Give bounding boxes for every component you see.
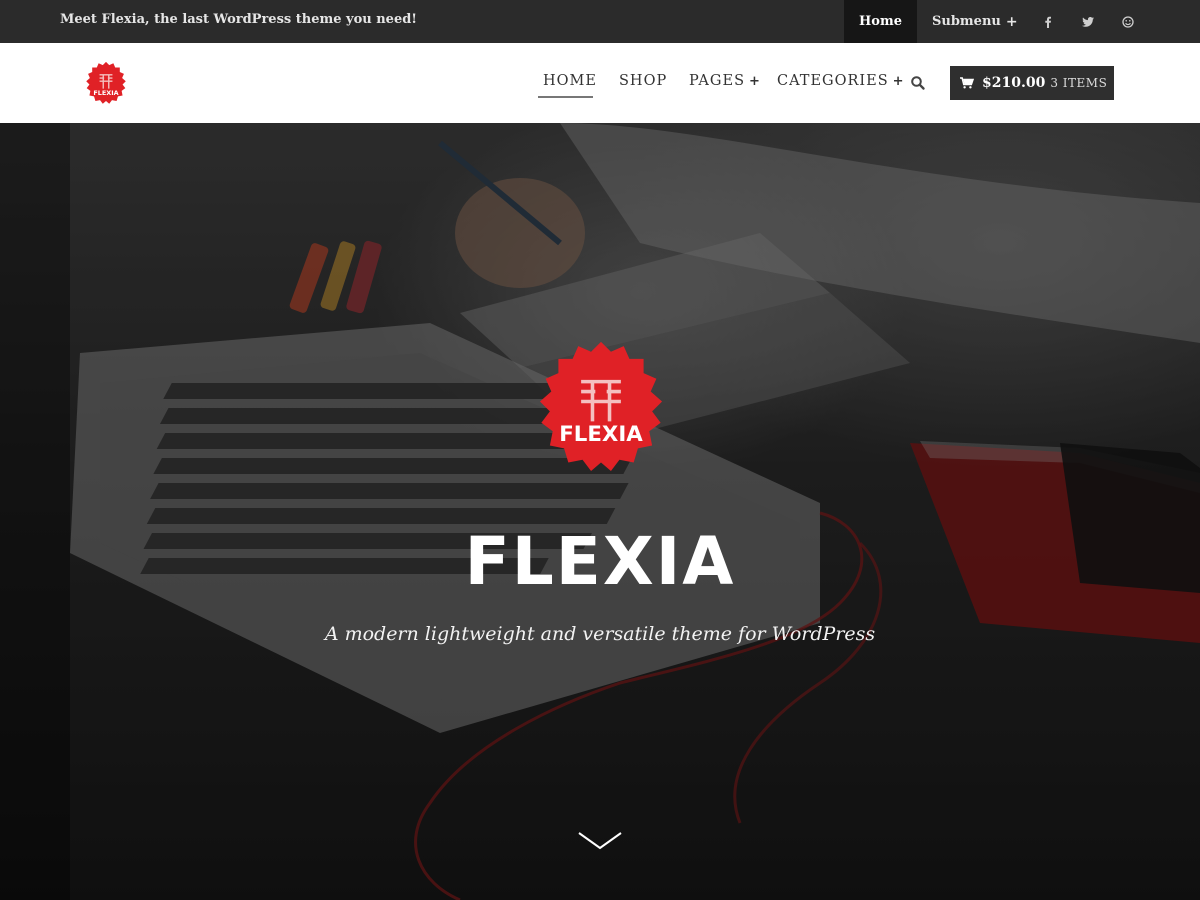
nav-categories-label: CATEGORIES <box>777 73 889 89</box>
nav-categories[interactable]: CATEGORIES + <box>777 73 905 89</box>
svg-text:FLEXIA: FLEXIA <box>93 89 118 97</box>
smiley-icon[interactable] <box>1108 0 1148 43</box>
site-header: FLEXIA HOME SHOP PAGES + CATEGORIES + $210… <box>0 43 1200 123</box>
top-menu-submenu-label: Submenu <box>931 14 1001 29</box>
nav-home-underline <box>538 96 593 98</box>
nav-pages-label: PAGES <box>689 73 745 89</box>
site-logo[interactable]: FLEXIA <box>83 61 129 107</box>
top-menu: Home Submenu + <box>844 0 1148 43</box>
svg-text:FLEXIA: FLEXIA <box>559 422 643 447</box>
top-bar: Meet Flexia, the last WordPress theme yo… <box>0 0 1200 43</box>
plus-icon: + <box>749 74 761 89</box>
flexia-badge-icon: FLEXIA <box>86 61 126 104</box>
plus-icon: + <box>892 74 905 89</box>
nav-home[interactable]: HOME <box>543 73 597 89</box>
hero-section: FLEXIA FLEXIA A modern lightweight and v… <box>0 123 1200 900</box>
cart-total: $210.00 <box>982 75 1046 91</box>
hero-tagline: A modern lightweight and versatile theme… <box>324 623 876 645</box>
twitter-icon[interactable] <box>1068 0 1108 43</box>
search-icon[interactable] <box>910 75 926 91</box>
topbar-message: Meet Flexia, the last WordPress theme yo… <box>60 12 418 27</box>
top-menu-submenu[interactable]: Submenu + <box>917 0 1028 43</box>
cart-item-count: 3 ITEMS <box>1050 76 1108 90</box>
nav-shop[interactable]: SHOP <box>619 73 667 89</box>
facebook-icon[interactable] <box>1028 0 1068 43</box>
cart-button[interactable]: $210.00 3 ITEMS <box>950 66 1114 100</box>
top-menu-home[interactable]: Home <box>844 0 917 43</box>
cart-icon <box>960 77 974 89</box>
plus-icon: + <box>1005 13 1018 30</box>
chevron-down-icon[interactable] <box>576 830 624 852</box>
hero-title: FLEXIA <box>464 523 736 600</box>
hero-overlay <box>0 123 1200 900</box>
nav-pages[interactable]: PAGES + <box>689 73 761 89</box>
flexia-badge-icon: FLEXIA <box>539 341 663 472</box>
